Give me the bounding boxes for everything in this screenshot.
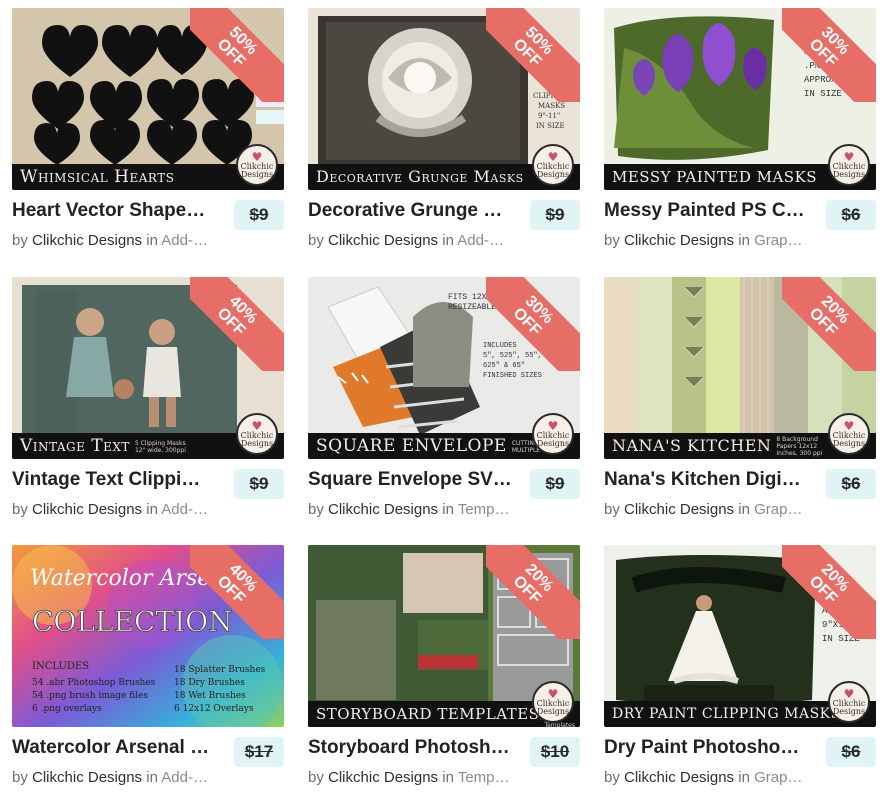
art-right-0: 18 Splatter Brushes [174, 665, 266, 675]
product-card[interactable]: Watercolor Arsenal COLLECTION INCLUDES 5… [12, 545, 284, 799]
brand-logo: ♥ Clikchic Designs [532, 413, 574, 455]
product-card[interactable]: STORYBOARD TEMPLATES16 Photo Sheets PSD … [308, 545, 580, 799]
product-card[interactable]: Vintage Text 5 Clipping Masks 12" wide, 3… [12, 277, 284, 533]
product-byline: by Clikchic Designs in Temp… [308, 769, 510, 786]
price-badge: $6 [826, 200, 876, 230]
product-card[interactable]: 8 CL MASKS .PNG FOR APPROX 12 IN SIZE ME… [604, 8, 876, 264]
brand-logo: ♥ Clikchic Designs [236, 413, 278, 455]
category-link[interactable]: Add-… [161, 501, 208, 518]
product-title[interactable]: Decorative Grunge … [308, 200, 518, 222]
product-title[interactable]: Dry Paint Photosho… [604, 737, 814, 759]
price-badge: $9 [234, 469, 284, 499]
product-thumbnail[interactable]: 8 CL MASKS .PNG FOR APPROX 12 IN SIZE ME… [604, 8, 876, 190]
product-thumbnail[interactable]: Watercolor Arsenal COLLECTION INCLUDES 5… [12, 545, 284, 727]
product-thumbnail[interactable]: STORYBOARD TEMPLATES16 Photo Sheets PSD … [308, 545, 580, 727]
author-link[interactable]: Clikchic Designs [624, 232, 734, 249]
product-byline: by Clikchic Designs in Temp… [308, 501, 510, 518]
category-link[interactable]: Grap… [754, 232, 802, 249]
art-right-3: 6 12x12 Overlays [174, 704, 254, 714]
price-badge: $10 [530, 737, 580, 767]
product-title[interactable]: Nana's Kitchen Digi… [604, 469, 814, 491]
svg-text:9"-11": 9"-11" [538, 112, 560, 120]
discount-ribbon: 50% OFF [190, 8, 284, 102]
author-link[interactable]: Clikchic Designs [328, 769, 438, 786]
price-badge: $6 [826, 737, 876, 767]
svg-text:IN SIZE: IN SIZE [536, 122, 565, 130]
price-badge: $17 [234, 737, 284, 767]
category-link[interactable]: Grap… [754, 501, 802, 518]
author-link[interactable]: Clikchic Designs [32, 232, 142, 249]
price-badge: $9 [530, 469, 580, 499]
category-link[interactable]: Add-… [161, 769, 208, 786]
discount-ribbon: 20% OFF [486, 545, 580, 639]
brand-logo: ♥ Clikchic Designs [828, 681, 870, 723]
product-byline: by Clikchic Designs in Add-… [12, 501, 208, 518]
discount-ribbon: 30% OFF [782, 8, 876, 102]
category-link[interactable]: Add-… [457, 232, 504, 249]
author-link[interactable]: Clikchic Designs [328, 501, 438, 518]
category-link[interactable]: Temp… [458, 501, 510, 518]
author-link[interactable]: Clikchic Designs [328, 232, 438, 249]
product-byline: by Clikchic Designs in Add-… [12, 232, 208, 249]
art-right-2: 18 Wet Brushes [174, 691, 246, 701]
price-badge: $6 [826, 469, 876, 499]
art-left-2: 6 .png overlays [32, 704, 102, 714]
author-link[interactable]: Clikchic Designs [624, 501, 734, 518]
discount-ribbon: 40% OFF [190, 277, 284, 371]
brand-logo: ♥ Clikchic Designs [828, 144, 870, 186]
product-title[interactable]: Square Envelope SV… [308, 469, 518, 491]
product-byline: by Clikchic Designs in Grap… [604, 769, 803, 786]
discount-ribbon: 40% OFF [190, 545, 284, 639]
product-thumbnail[interactable]: FITS 12X12" P RESIZEABLE INCLUDES 5", 52… [308, 277, 580, 459]
product-byline: by Clikchic Designs in Grap… [604, 501, 803, 518]
category-link[interactable]: Temp… [458, 769, 510, 786]
product-byline: by Clikchic Designs in Grap… [604, 232, 803, 249]
product-title[interactable]: Vintage Text Clippi… [12, 469, 222, 491]
art-left-1: 54 .png brush image files [32, 691, 148, 701]
product-card[interactable]: NANA'S KITCHEN 8 Background Papers 12x12 … [604, 277, 876, 533]
art-right-1: 18 Dry Brushes [174, 678, 245, 688]
product-thumbnail[interactable]: NANA'S KITCHEN 8 Background Papers 12x12 … [604, 277, 876, 459]
art-includes: INCLUDES [32, 661, 89, 672]
product-grid: Whimsical Hearts ♥ Clikchic Designs 50% OF… [0, 0, 890, 799]
author-link[interactable]: Clikchic Designs [624, 769, 734, 786]
product-thumbnail[interactable]: Vintage Text 5 Clipping Masks 12" wide, 3… [12, 277, 284, 459]
price-badge: $9 [234, 200, 284, 230]
discount-ribbon: 50% OFF [486, 8, 580, 102]
product-title[interactable]: Storyboard Photosh… [308, 737, 518, 759]
product-card[interactable]: AP 8"X AND 9"X12" IN SIZE DRY PAINT CLIP… [604, 545, 876, 799]
category-link[interactable]: Grap… [754, 769, 802, 786]
product-title[interactable]: Watercolor Arsenal … [12, 737, 222, 759]
product-byline: by Clikchic Designs in Add-… [308, 232, 504, 249]
svg-text:FINISHED SIZES: FINISHED SIZES [483, 372, 542, 380]
brand-logo: ♥ Clikchic Designs [828, 413, 870, 455]
art-left-0: 54 .abr Photoshop Brushes [32, 678, 156, 688]
product-card[interactable]: CLIPPING MASKS 9"-11" IN SIZE Decorative… [308, 8, 580, 264]
product-title[interactable]: Messy Painted PS C… [604, 200, 814, 222]
brand-logo: ♥ Clikchic Designs [532, 681, 574, 723]
product-card[interactable]: FITS 12X12" P RESIZEABLE INCLUDES 5", 52… [308, 277, 580, 533]
product-thumbnail[interactable]: CLIPPING MASKS 9"-11" IN SIZE Decorative… [308, 8, 580, 190]
product-thumbnail[interactable]: AP 8"X AND 9"X12" IN SIZE DRY PAINT CLIP… [604, 545, 876, 727]
author-link[interactable]: Clikchic Designs [32, 501, 142, 518]
product-byline: by Clikchic Designs in Add-… [12, 769, 208, 786]
discount-ribbon: 30% OFF [486, 277, 580, 371]
discount-ribbon: 20% OFF [782, 277, 876, 371]
price-badge: $9 [530, 200, 580, 230]
discount-ribbon: 20% OFF [782, 545, 876, 639]
product-card[interactable]: Whimsical Hearts ♥ Clikchic Designs 50% OF… [12, 8, 284, 264]
brand-logo: ♥ Clikchic Designs [236, 144, 278, 186]
svg-text:MASKS: MASKS [538, 102, 565, 110]
brand-logo: ♥ Clikchic Designs [532, 144, 574, 186]
product-title[interactable]: Heart Vector Shape… [12, 200, 222, 222]
product-thumbnail[interactable]: Whimsical Hearts ♥ Clikchic Designs 50% OF… [12, 8, 284, 190]
author-link[interactable]: Clikchic Designs [32, 769, 142, 786]
category-link[interactable]: Add-… [161, 232, 208, 249]
